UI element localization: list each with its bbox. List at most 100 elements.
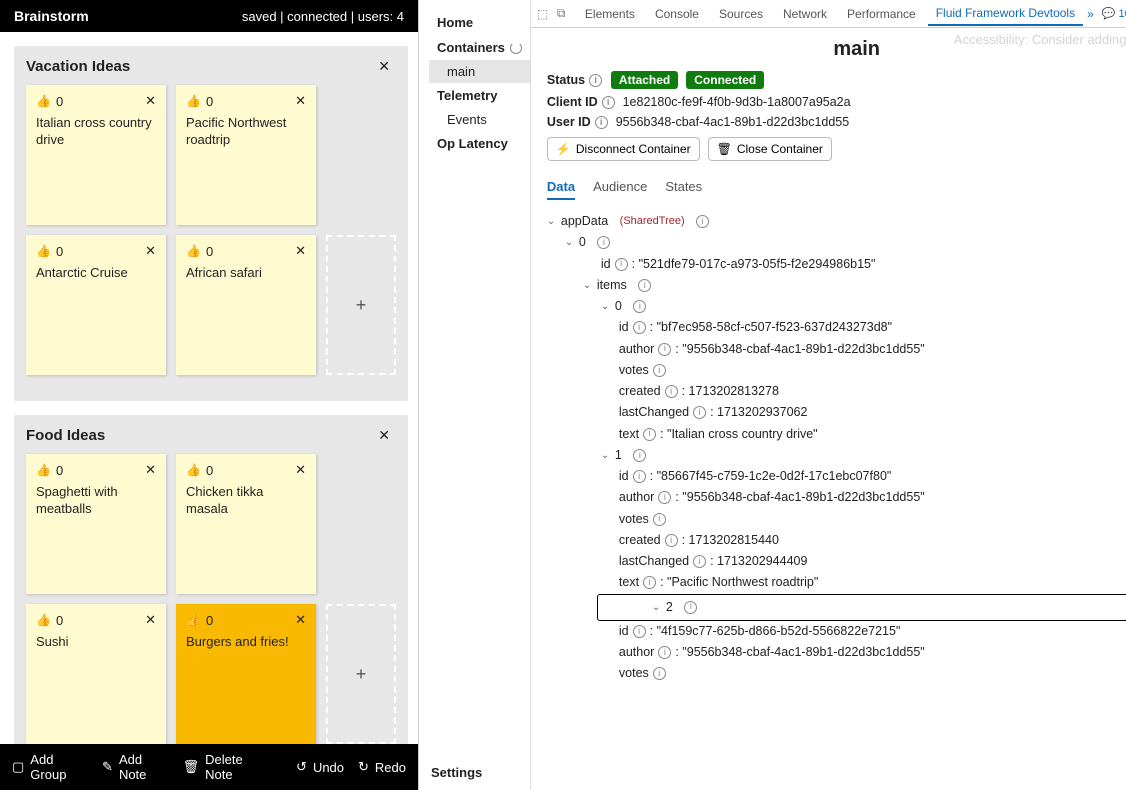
vote-button[interactable]: 👍0 bbox=[36, 463, 63, 478]
tree-root[interactable]: ⌄appData (SharedTree) i bbox=[547, 211, 1126, 232]
tree-node[interactable]: ⌄0 i bbox=[547, 296, 1126, 317]
tree-leaf[interactable]: id i : "521dfe79-017c-a973-05f5-f2e29498… bbox=[547, 254, 1126, 275]
vote-button[interactable]: 👍0 bbox=[186, 94, 213, 109]
undo-button[interactable]: ↺Undo bbox=[296, 759, 344, 775]
note-close-icon[interactable]: ✕ bbox=[295, 462, 306, 478]
chevron-down-icon[interactable]: ⌄ bbox=[601, 298, 611, 315]
info-icon[interactable]: i bbox=[638, 279, 651, 292]
tree-leaf[interactable]: author i : "9556b348-cbaf-4ac1-89b1-d22d… bbox=[547, 339, 1126, 360]
info-icon[interactable]: i bbox=[643, 576, 656, 589]
add-note-slot[interactable]: + bbox=[326, 604, 396, 744]
add-group-button[interactable]: ▢Add Group bbox=[12, 752, 88, 782]
inspect-icon[interactable]: ⬚ bbox=[537, 7, 553, 21]
tab-network[interactable]: Network bbox=[775, 3, 835, 25]
tree-node-selected[interactable]: ⌄2 i bbox=[597, 594, 1126, 621]
tree-leaf[interactable]: id i : "bf7ec958-58cf-c507-f523-637d2432… bbox=[547, 317, 1126, 338]
sticky-note[interactable]: 👍0 ✕ Antarctic Cruise bbox=[26, 235, 166, 375]
note-close-icon[interactable]: ✕ bbox=[295, 243, 306, 259]
tree-leaf[interactable]: id i : "4f159c77-625b-d866-b52d-5566822e… bbox=[547, 621, 1126, 642]
sticky-note[interactable]: 👍0 ✕ Spaghetti with meatballs bbox=[26, 454, 166, 594]
info-icon[interactable]: i bbox=[615, 258, 628, 271]
subtab-audience[interactable]: Audience bbox=[593, 175, 647, 200]
devtools-content[interactable]: main Status i Attached Connected Client … bbox=[531, 28, 1126, 790]
sticky-note[interactable]: 👍0 ✕ Burgers and fries! bbox=[176, 604, 316, 744]
subtab-states[interactable]: States bbox=[665, 175, 702, 200]
add-note-button[interactable]: ✎Add Note bbox=[102, 752, 169, 782]
sticky-note[interactable]: 👍0 ✕ African safari bbox=[176, 235, 316, 375]
sticky-note[interactable]: 👍0 ✕ Italian cross country drive bbox=[26, 85, 166, 225]
note-close-icon[interactable]: ✕ bbox=[295, 612, 306, 628]
group-close-icon[interactable]: ✕ bbox=[372, 56, 396, 77]
tab-elements[interactable]: Elements bbox=[577, 3, 643, 25]
info-icon[interactable]: i bbox=[665, 385, 678, 398]
tree-leaf[interactable]: created i : 1713202813278 bbox=[547, 381, 1126, 402]
tab-performance[interactable]: Performance bbox=[839, 3, 924, 25]
close-container-button[interactable]: 🗑Close Container bbox=[708, 137, 832, 161]
tree-leaf[interactable]: id i : "85667f45-c759-1c2e-0d2f-17c1ebc0… bbox=[547, 466, 1126, 487]
delete-note-button[interactable]: 🗑Delete Note bbox=[183, 752, 268, 782]
info-icon[interactable]: i bbox=[693, 406, 706, 419]
tabs-overflow-icon[interactable]: » bbox=[1087, 7, 1094, 21]
info-icon[interactable]: i bbox=[684, 601, 697, 614]
sidebar-op-latency[interactable]: Op Latency bbox=[429, 131, 530, 156]
sticky-note[interactable]: 👍0 ✕ Pacific Northwest roadtrip bbox=[176, 85, 316, 225]
tree-leaf[interactable]: lastChanged i : 1713202944409 bbox=[547, 551, 1126, 572]
vote-button[interactable]: 👍0 bbox=[186, 244, 213, 259]
tab-fluid-devtools[interactable]: Fluid Framework Devtools bbox=[928, 2, 1083, 26]
vote-button[interactable]: 👍0 bbox=[36, 244, 63, 259]
device-icon[interactable]: ⧉ bbox=[557, 6, 573, 21]
info-icon[interactable]: i bbox=[602, 96, 615, 109]
chevron-down-icon[interactable]: ⌄ bbox=[601, 447, 611, 464]
app-body[interactable]: Vacation Ideas ✕ 👍0 ✕ Italian cross coun… bbox=[0, 32, 418, 744]
tree-node[interactable]: ⌄0 i bbox=[547, 232, 1126, 253]
sidebar-telemetry[interactable]: Telemetry bbox=[429, 83, 530, 108]
tab-sources[interactable]: Sources bbox=[711, 3, 771, 25]
sidebar-settings[interactable]: Settings bbox=[419, 755, 530, 790]
chevron-down-icon[interactable]: ⌄ bbox=[652, 599, 662, 616]
chevron-down-icon[interactable]: ⌄ bbox=[565, 234, 575, 251]
sidebar-containers[interactable]: Containers bbox=[429, 35, 530, 60]
tree-leaf[interactable]: text i : "Italian cross country drive" bbox=[547, 424, 1126, 445]
tree-leaf[interactable]: author i : "9556b348-cbaf-4ac1-89b1-d22d… bbox=[547, 487, 1126, 508]
chevron-down-icon[interactable]: ⌄ bbox=[583, 277, 593, 294]
note-close-icon[interactable]: ✕ bbox=[295, 93, 306, 109]
info-icon[interactable]: i bbox=[643, 428, 656, 441]
tree-leaf[interactable]: votes i bbox=[547, 663, 1126, 684]
info-icon[interactable]: i bbox=[693, 555, 706, 568]
info-icon[interactable]: i bbox=[597, 236, 610, 249]
tree-node[interactable]: ⌄items i bbox=[547, 275, 1126, 296]
info-icon[interactable]: i bbox=[658, 343, 671, 356]
info-icon[interactable]: i bbox=[595, 116, 608, 129]
redo-button[interactable]: ↻Redo bbox=[358, 759, 406, 775]
info-icon[interactable]: i bbox=[589, 74, 602, 87]
chevron-down-icon[interactable]: ⌄ bbox=[547, 213, 557, 230]
sticky-note[interactable]: 👍0 ✕ Chicken tikka masala bbox=[176, 454, 316, 594]
tree-leaf[interactable]: created i : 1713202815440 bbox=[547, 530, 1126, 551]
info-icon[interactable]: i bbox=[633, 321, 646, 334]
info-icon[interactable]: i bbox=[658, 491, 671, 504]
disconnect-button[interactable]: ⚡Disconnect Container bbox=[547, 137, 700, 161]
vote-button[interactable]: 👍0 bbox=[36, 94, 63, 109]
tab-console[interactable]: Console bbox=[647, 3, 707, 25]
tree-leaf[interactable]: text i : "Pacific Northwest roadtrip" bbox=[547, 572, 1126, 593]
sidebar-container-main[interactable]: main bbox=[429, 60, 530, 83]
info-icon[interactable]: i bbox=[653, 364, 666, 377]
tree-leaf[interactable]: author i : "9556b348-cbaf-4ac1-89b1-d22d… bbox=[547, 642, 1126, 663]
subtab-data[interactable]: Data bbox=[547, 175, 575, 200]
info-icon[interactable]: i bbox=[696, 215, 709, 228]
note-close-icon[interactable]: ✕ bbox=[145, 462, 156, 478]
tree-leaf[interactable]: votes i bbox=[547, 360, 1126, 381]
info-icon[interactable]: i bbox=[633, 625, 646, 638]
tree-leaf[interactable]: lastChanged i : 1713202937062 bbox=[547, 402, 1126, 423]
note-close-icon[interactable]: ✕ bbox=[145, 93, 156, 109]
info-icon[interactable]: i bbox=[633, 470, 646, 483]
info-icon[interactable]: i bbox=[658, 646, 671, 659]
group-close-icon[interactable]: ✕ bbox=[372, 425, 396, 446]
vote-button[interactable]: 👍0 bbox=[186, 463, 213, 478]
vote-button[interactable]: 👍0 bbox=[186, 613, 213, 628]
tree-node[interactable]: ⌄1 i bbox=[547, 445, 1126, 466]
add-note-slot[interactable]: + bbox=[326, 235, 396, 375]
message-badge[interactable]: 💬 10 bbox=[1102, 7, 1126, 20]
info-icon[interactable]: i bbox=[633, 300, 646, 313]
info-icon[interactable]: i bbox=[653, 667, 666, 680]
